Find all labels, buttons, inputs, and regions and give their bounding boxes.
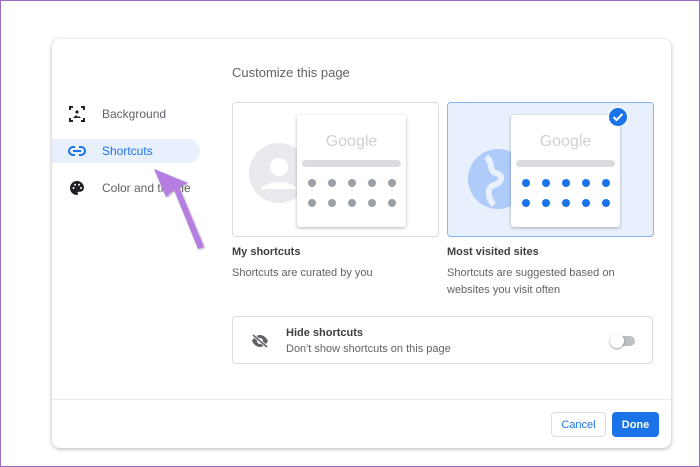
- preview-page: Google: [297, 115, 406, 227]
- check-icon: [608, 107, 628, 127]
- hide-shortcuts-title: Hide shortcuts: [286, 327, 364, 339]
- search-bar: [302, 160, 401, 167]
- google-logo: Google: [539, 133, 592, 150]
- dialog-title: Customize this page: [232, 65, 350, 80]
- shortcut-dots: [511, 179, 620, 207]
- sidebar-item-label: Background: [102, 107, 167, 121]
- customize-dialog: Customize this page Background Shortcuts…: [52, 39, 671, 448]
- hide-shortcuts-row[interactable]: Hide shortcuts Don't show shortcuts on t…: [232, 316, 653, 364]
- shortcut-dots: [297, 179, 406, 207]
- option-description: Shortcuts are curated by you: [232, 267, 373, 279]
- hide-shortcuts-toggle[interactable]: [610, 334, 635, 348]
- sidebar-item-background[interactable]: Background: [52, 102, 200, 126]
- annotation-arrow-icon: [154, 169, 204, 249]
- option-description: Shortcuts are suggested based on website…: [447, 267, 615, 296]
- search-bar: [516, 160, 615, 167]
- eye-off-icon: [252, 334, 268, 348]
- hide-shortcuts-description: Don't show shortcuts on this page: [286, 343, 451, 355]
- palette-icon: [52, 181, 102, 195]
- option-label: Most visited sites: [447, 246, 539, 258]
- option-most-visited[interactable]: Google: [447, 102, 654, 237]
- sidebar-item-shortcuts[interactable]: Shortcuts: [52, 139, 200, 163]
- cancel-button[interactable]: Cancel: [551, 412, 606, 437]
- toggle-knob: [610, 334, 624, 348]
- sidebar-item-label: Shortcuts: [102, 144, 153, 158]
- google-logo: Google: [325, 133, 378, 150]
- image-icon: [52, 106, 102, 122]
- option-my-shortcuts[interactable]: Google: [232, 102, 439, 237]
- done-button[interactable]: Done: [612, 412, 659, 437]
- option-label: My shortcuts: [232, 246, 301, 258]
- divider: [52, 399, 671, 400]
- link-icon: [52, 146, 102, 156]
- preview-page: Google: [511, 115, 620, 227]
